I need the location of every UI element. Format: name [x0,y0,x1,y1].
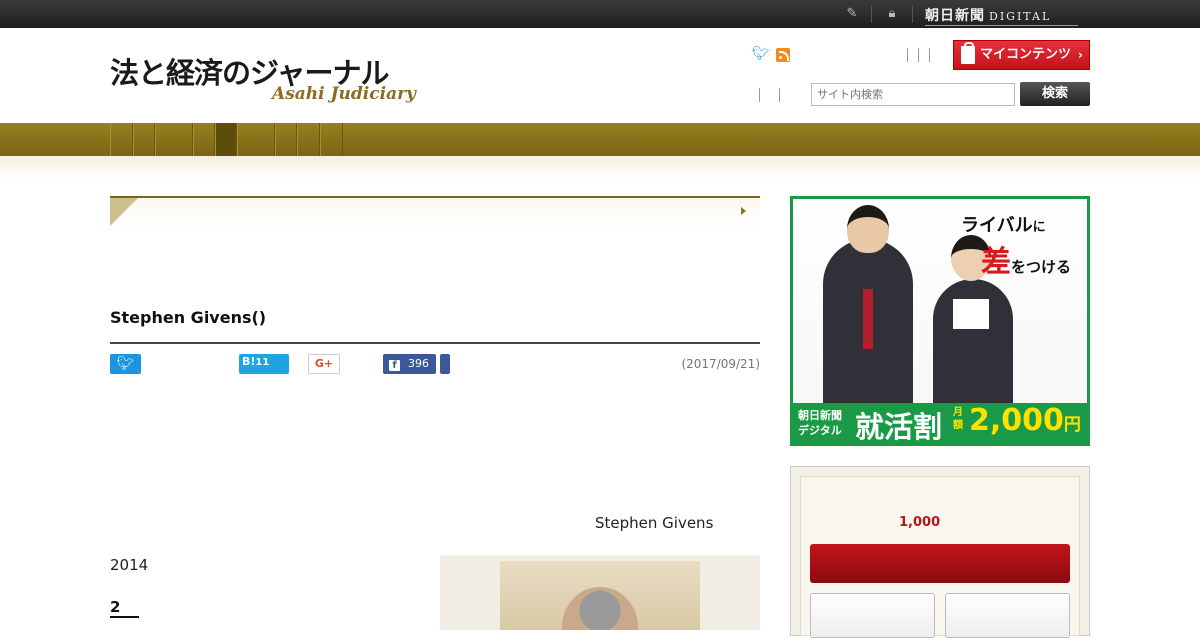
top-divider [871,5,872,23]
hatena-count: 11 [255,357,270,368]
nav-tab[interactable] [237,123,275,156]
main-nav [0,123,1200,156]
sidebar-ad-banner[interactable]: ライバルに 差をつける 朝日新聞デジタル 就活割 月額 2,000円 [790,196,1090,446]
ad-person-man-tie [863,289,873,349]
publish-date: (2017/09/21) [681,357,760,371]
ad-headline-2: 差をつける [981,237,1071,281]
hatena-label: B! [242,355,256,368]
ad-monthly-label: 月額 [953,407,963,431]
search-input[interactable] [811,83,1015,106]
corner-accent [110,198,138,226]
ad-headline-2-small: をつける [1011,258,1072,276]
header-link-divider [759,88,760,102]
facebook-share-button[interactable]: f 396 [383,354,436,374]
google-plus-button[interactable]: G+ [308,354,340,374]
ad-offer-name: 就活割 [855,410,943,444]
top-bar: ✎ 🔒︎ 朝日新聞 DIGITAL [0,0,1200,28]
subscribe-button[interactable] [810,544,1070,583]
twitter-icon: 🐦︎ [116,356,135,372]
ad-price-value: 2,000 [969,403,1064,438]
nav-tab-active[interactable] [215,123,237,156]
promo-option-button[interactable] [945,593,1070,638]
author-name: Stephen Givens [595,514,714,532]
nav-tab[interactable] [193,123,215,156]
top-divider [912,5,913,23]
my-content-button[interactable]: マイコンテンツ › [953,40,1090,70]
header-link-divider [929,48,930,62]
brand-underline [925,25,1078,26]
promo-option-button[interactable] [810,593,935,638]
nav-tab[interactable] [320,123,343,156]
ad-brand-line-2: デジタル [798,424,842,437]
nav-shadow [0,156,1200,180]
facebook-count: 396 [408,357,429,370]
chevron-right-icon[interactable] [741,207,746,215]
ad-person-man-head [847,205,889,253]
header-link-divider [907,48,908,62]
chevron-right-icon: › [1078,48,1083,62]
nav-tab[interactable] [133,123,155,156]
ad-headline-2-main: 差 [981,245,1011,280]
edit-icon[interactable]: ✎ [844,6,860,22]
facebook-icon: f [389,360,400,371]
ad-headline-1-main: ライバル [961,215,1033,236]
ad-price: 2,000円 [969,403,1081,438]
nav-tab[interactable] [275,123,297,156]
ad-offer-band: 朝日新聞デジタル 就活割 月額 2,000円 [793,403,1087,443]
hatena-bookmark-button[interactable]: B!11 [239,354,289,374]
ad-brand-text: 朝日新聞 デジタル [798,408,842,438]
tweet-button[interactable]: 🐦︎ [110,354,141,374]
twitter-icon[interactable]: 🐦︎ [752,47,770,61]
portrait-figure [562,587,638,630]
brand-name: 朝日新聞 [925,8,985,24]
ad-price-unit: 円 [1063,415,1081,435]
rss-icon[interactable] [776,48,790,62]
ad-brand-line-1: 朝日新聞 [798,409,842,422]
shopping-bag-icon [961,42,975,64]
lock-icon[interactable]: 🔒︎ [884,6,900,22]
section-header [110,196,760,228]
header-link-divider [918,48,919,62]
my-content-label: マイコンテンツ [980,47,1072,62]
title-divider [110,342,760,344]
article-title: Stephen Givens() [110,308,267,327]
facebook-extra-button[interactable] [440,354,450,374]
ad-headline-1: ライバルに [961,211,1046,237]
site-logo-subtitle: Asahi Judiciary [272,84,416,104]
ad-person-woman-shirt [953,299,989,329]
asahi-digital-logo[interactable]: 朝日新聞 DIGITAL [925,5,1078,26]
header-link-divider [779,88,780,102]
nav-tab[interactable] [297,123,320,156]
brand-suffix: DIGITAL [989,10,1052,23]
article-year: 2014 [110,556,149,574]
nav-tab[interactable] [155,123,193,156]
author-photo [500,561,700,630]
promo-price: 1,000 [899,515,941,530]
search-button[interactable]: 検索 [1020,82,1090,106]
nav-tab[interactable] [110,123,133,156]
chapter-heading: 2 [110,598,139,618]
ad-headline-1-small: に [1032,220,1046,235]
